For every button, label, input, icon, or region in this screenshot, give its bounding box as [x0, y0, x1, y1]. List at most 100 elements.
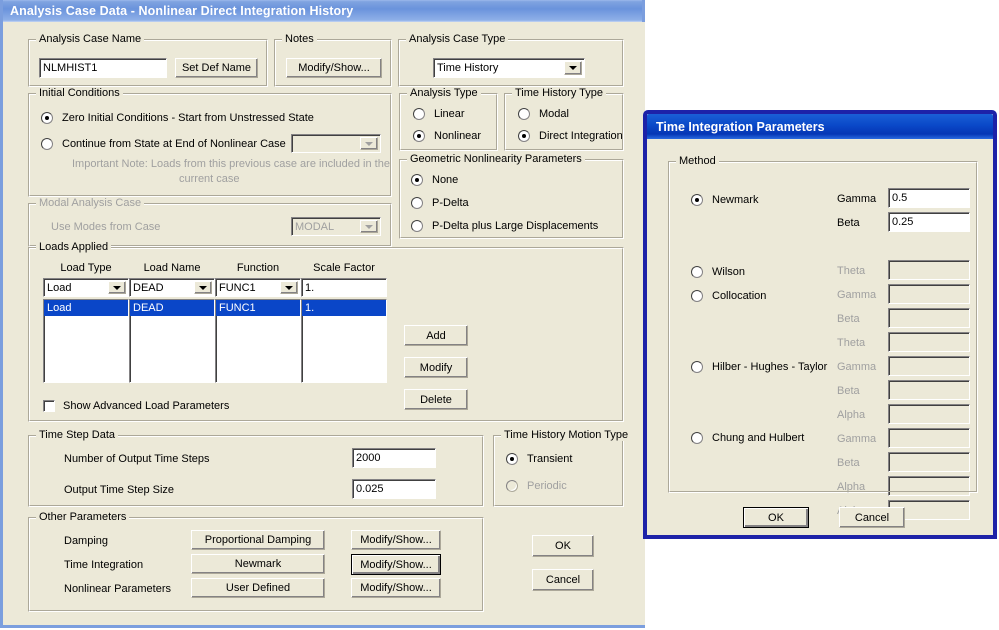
geometric-nonlinearity-group-title: Geometric Nonlinearity Parameters — [407, 153, 585, 165]
table-row[interactable]: 1. — [302, 300, 386, 316]
damping-label: Damping — [64, 535, 109, 547]
dialog-titlebar: Time Integration Parameters — [647, 114, 993, 139]
dialog-body: Method Newmark Wilson Collocation Hilber… — [647, 139, 993, 535]
loads-list-column-load-type[interactable]: Load — [43, 299, 129, 383]
field-input-gamma-collocation[interactable] — [888, 284, 970, 304]
radio-method-hilber-hughes-taylor[interactable] — [691, 361, 703, 373]
label-method-chung-and-hulbert: Chung and Hulbert — [712, 432, 805, 444]
radio-geom-pdelta-large[interactable] — [411, 220, 423, 232]
label-analysis-type-linear: Linear — [434, 108, 465, 120]
table-row[interactable]: Load — [44, 300, 128, 316]
radio-motion-transient[interactable] — [506, 453, 518, 465]
field-label-gamma-chung: Gamma — [837, 433, 877, 445]
table-row[interactable]: FUNC1 — [216, 300, 300, 316]
label-zero-initial-conditions: Zero Initial Conditions - Start from Uns… — [62, 112, 314, 124]
chevron-down-icon[interactable] — [280, 281, 298, 294]
use-modes-from-case-value: MODAL — [295, 220, 335, 233]
load-name-value: DEAD — [133, 281, 164, 294]
number-of-output-time-steps-label: Number of Output Time Steps — [64, 453, 210, 465]
time-integration-modify-show-button[interactable]: Modify/Show... — [351, 554, 441, 575]
field-input-beta-chung[interactable] — [888, 452, 970, 472]
radio-time-history-direct-integration[interactable] — [518, 130, 530, 142]
label-time-history-modal: Modal — [539, 108, 569, 120]
table-row[interactable]: DEAD — [130, 300, 214, 316]
radio-time-history-modal[interactable] — [518, 108, 530, 120]
column-header-load-name: Load Name — [143, 262, 201, 274]
radio-analysis-type-nonlinear[interactable] — [413, 130, 425, 142]
radio-analysis-type-linear[interactable] — [413, 108, 425, 120]
label-motion-transient: Transient — [527, 453, 573, 465]
radio-geom-none[interactable] — [411, 174, 423, 186]
field-input-gamma-newmark[interactable]: 0.5 — [888, 188, 970, 208]
field-input-beta-collocation[interactable] — [888, 308, 970, 328]
radio-method-collocation[interactable] — [691, 290, 703, 302]
number-of-output-time-steps-input[interactable]: 2000 — [352, 448, 436, 468]
method-group: Method Newmark Wilson Collocation Hilber… — [668, 155, 978, 520]
field-input-alpha-chung[interactable] — [888, 476, 970, 496]
set-def-name-button[interactable]: Set Def Name — [175, 58, 258, 78]
chevron-down-icon[interactable] — [360, 137, 378, 150]
main-cancel-button[interactable]: Cancel — [532, 569, 594, 591]
load-name-combo[interactable]: DEAD — [129, 278, 215, 297]
modal-analysis-case-group-title: Modal Analysis Case — [36, 197, 145, 209]
loads-list-column-scale-factor[interactable]: 1. — [301, 299, 387, 383]
radio-method-wilson[interactable] — [691, 266, 703, 278]
chevron-down-icon[interactable] — [360, 220, 378, 233]
output-time-step-size-input[interactable]: 0.025 — [352, 479, 436, 499]
method-group-title: Method — [676, 155, 719, 167]
analysis-case-name-group-title: Analysis Case Name — [36, 33, 145, 45]
function-combo[interactable]: FUNC1 — [215, 278, 301, 297]
loads-list-column-function[interactable]: FUNC1 — [215, 299, 301, 383]
analysis-case-name-input[interactable]: NLMHIST1 — [39, 58, 167, 78]
chevron-down-icon[interactable] — [108, 281, 126, 294]
time-history-type-group-title: Time History Type — [512, 87, 607, 99]
nonlinear-parameters-modify-show-button[interactable]: Modify/Show... — [351, 578, 441, 598]
analysis-case-type-combo[interactable]: Time History — [433, 58, 585, 78]
notes-modify-show-button[interactable]: Modify/Show... — [286, 58, 382, 78]
dialog-cancel-button[interactable]: Cancel — [839, 507, 905, 528]
field-input-gamma-chung[interactable] — [888, 428, 970, 448]
analysis-case-data-window: Analysis Case Data - Nonlinear Direct In… — [0, 0, 645, 628]
column-header-scale-factor: Scale Factor — [313, 262, 375, 274]
field-input-beta-newmark[interactable]: 0.25 — [888, 212, 970, 232]
function-value: FUNC1 — [219, 281, 256, 294]
use-modes-from-case-combo[interactable]: MODAL — [291, 217, 381, 236]
other-parameters-group: Other Parameters Damping Proportional Da… — [28, 511, 484, 612]
continue-case-combo[interactable] — [291, 134, 381, 153]
damping-modify-show-button[interactable]: Modify/Show... — [351, 530, 441, 550]
radio-geom-pdelta[interactable] — [411, 197, 423, 209]
loads-list-column-load-name[interactable]: DEAD — [129, 299, 215, 383]
chevron-down-icon[interactable] — [564, 61, 582, 75]
radio-continue-from-state[interactable] — [41, 138, 53, 150]
radio-zero-initial-conditions[interactable] — [41, 112, 53, 124]
chevron-down-icon[interactable] — [194, 281, 212, 294]
field-input-theta-wilson[interactable] — [888, 260, 970, 280]
scale-factor-input[interactable]: 1. — [301, 278, 387, 297]
modify-load-button[interactable]: Modify — [404, 357, 468, 378]
analysis-case-type-group: Analysis Case Type Time History — [398, 33, 624, 87]
main-window-titlebar: Analysis Case Data - Nonlinear Direct In… — [3, 0, 642, 22]
field-label-gamma-newmark: Gamma — [837, 193, 877, 205]
load-type-combo[interactable]: Load — [43, 278, 129, 297]
delete-load-button[interactable]: Delete — [404, 389, 468, 410]
use-modes-from-case-label: Use Modes from Case — [51, 221, 161, 233]
show-advanced-load-parameters-checkbox[interactable] — [43, 400, 55, 412]
field-label-beta-newmark: Beta — [837, 217, 860, 229]
field-label-theta-wilson: Theta — [837, 265, 866, 277]
field-input-gamma-hht[interactable] — [888, 356, 970, 376]
field-label-beta-collocation: Beta — [837, 313, 860, 325]
field-label-alpha-hht: Alpha — [837, 409, 866, 421]
label-analysis-type-nonlinear: Nonlinear — [434, 130, 482, 142]
field-input-theta-collocation[interactable] — [888, 332, 970, 352]
radio-method-chung-and-hulbert[interactable] — [691, 432, 703, 444]
label-method-hilber-hughes-taylor: Hilber - Hughes - Taylor — [712, 361, 828, 373]
radio-method-newmark[interactable] — [691, 194, 703, 206]
damping-value: Proportional Damping — [191, 530, 325, 550]
add-load-button[interactable]: Add — [404, 325, 468, 346]
main-ok-button[interactable]: OK — [532, 535, 594, 557]
field-input-beta-hht[interactable] — [888, 380, 970, 400]
radio-motion-periodic[interactable] — [506, 480, 518, 492]
analysis-case-type-value: Time History — [437, 62, 499, 74]
field-input-alpha-hht[interactable] — [888, 404, 970, 424]
dialog-ok-button[interactable]: OK — [743, 507, 809, 528]
